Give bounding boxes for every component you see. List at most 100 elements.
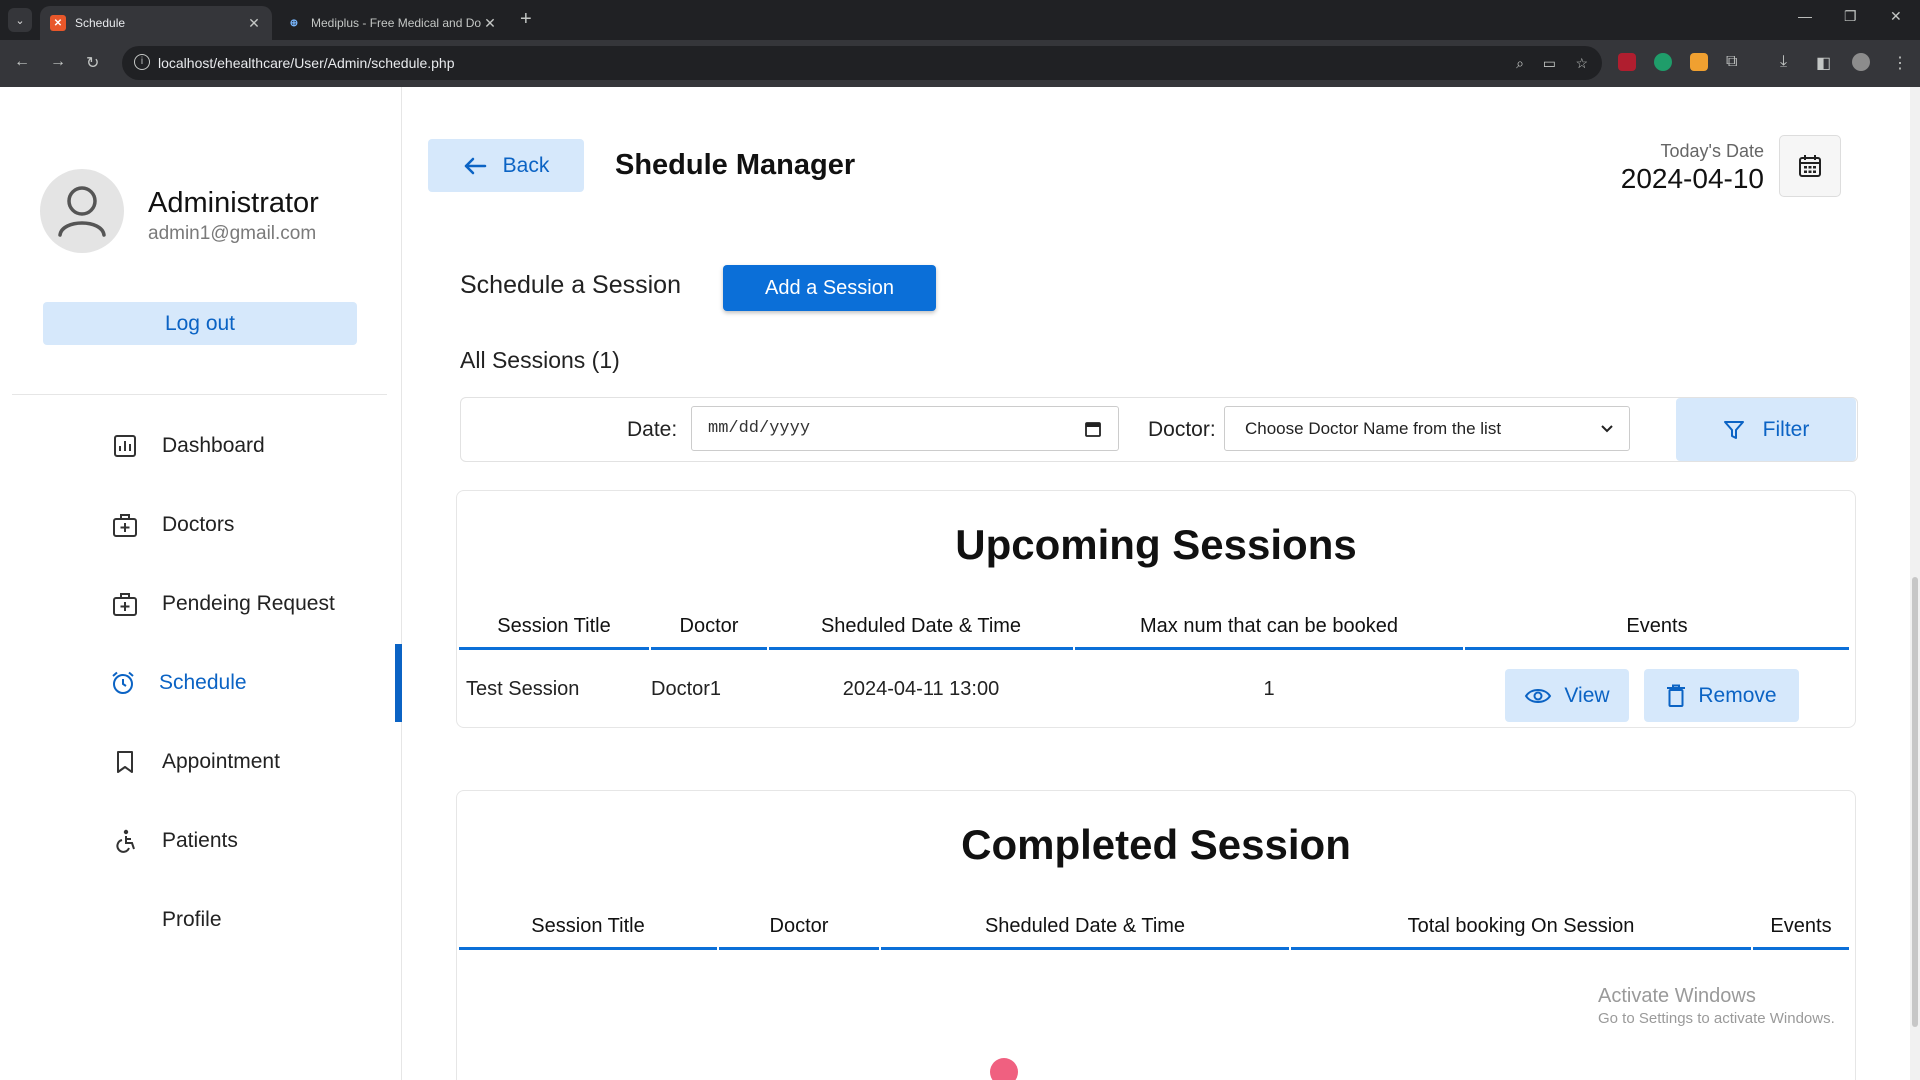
tab-schedule[interactable]: ✕ Schedule ✕: [40, 6, 272, 40]
sidebar-item-doctors[interactable]: Doctors: [0, 486, 400, 564]
sidebar: Administrator admin1@gmail.com Log out D…: [0, 87, 402, 1080]
tab-title: Mediplus - Free Medical and Do: [311, 16, 482, 30]
puzzle-extensions-icon[interactable]: ⧉: [1726, 53, 1737, 71]
activate-windows-title: Activate Windows: [1598, 985, 1756, 1007]
download-icon[interactable]: ⤓: [1780, 53, 1787, 71]
sidebar-item-label: Profile: [162, 908, 222, 931]
doctor-cell: Doctor1: [651, 678, 722, 700]
tab-mediplus[interactable]: ⊕ Mediplus - Free Medical and Do ✕: [276, 6, 508, 40]
header-underline: [881, 947, 1289, 950]
arrow-left-icon: [464, 157, 486, 174]
scrollbar-thumb[interactable]: [1912, 577, 1918, 1027]
calendar-icon[interactable]: [1084, 420, 1102, 438]
card-icon[interactable]: ▭: [1543, 55, 1556, 72]
zoom-icon[interactable]: ⌕: [1516, 55, 1524, 72]
more-menu-icon[interactable]: ⋮: [1892, 53, 1908, 73]
sidebar-item-label: Dashboard: [162, 434, 265, 457]
sidebar-item-pending-request[interactable]: Pendeing Request: [0, 565, 400, 643]
header-underline: [1075, 647, 1463, 650]
star-icon[interactable]: ☆: [1575, 55, 1588, 72]
site-info-icon[interactable]: i: [134, 54, 150, 70]
completed-sessions-title: Completed Session: [961, 821, 1351, 868]
minimize-icon[interactable]: —: [1798, 8, 1812, 24]
calendar-button[interactable]: [1779, 135, 1841, 197]
filter-button[interactable]: Filter: [1676, 398, 1856, 461]
extension-icon[interactable]: [1690, 53, 1708, 71]
close-window-icon[interactable]: ✕: [1890, 8, 1902, 25]
bookmark-icon: [117, 751, 133, 773]
back-arrow-icon[interactable]: ←: [14, 53, 30, 71]
sidebar-item-label: Appointment: [162, 750, 280, 773]
upcoming-sessions-title: Upcoming Sessions: [955, 521, 1357, 568]
table-header: Events: [1626, 615, 1688, 637]
scrollbar[interactable]: [1910, 87, 1920, 1080]
doctor-select[interactable]: Choose Doctor Name from the list: [1224, 406, 1630, 451]
date-filter-label: Date:: [627, 418, 678, 441]
header-underline: [719, 947, 879, 950]
funnel-icon: [1723, 420, 1744, 439]
calendar-icon: [1799, 155, 1821, 177]
max-booking-cell: 1: [1263, 678, 1275, 700]
sidebar-item-label: Schedule: [159, 671, 247, 694]
filter-bar: Date: mm/dd/yyyy Doctor: Choose Doctor N…: [460, 397, 1858, 462]
close-tab-icon[interactable]: ✕: [482, 15, 498, 32]
back-button[interactable]: Back: [428, 139, 584, 192]
logout-button[interactable]: Log out: [43, 302, 357, 345]
sidebar-item-dashboard[interactable]: Dashboard: [0, 407, 400, 485]
eye-icon: [1525, 688, 1552, 703]
sidebar-item-label: Doctors: [162, 513, 235, 536]
table-header: Doctor: [679, 615, 739, 637]
date-filter-input[interactable]: mm/dd/yyyy: [691, 406, 1119, 451]
view-button[interactable]: View: [1505, 669, 1629, 722]
chart-icon: [114, 435, 136, 457]
close-tab-icon[interactable]: ✕: [246, 15, 262, 32]
new-tab-icon[interactable]: +: [520, 8, 532, 31]
header-underline: [459, 947, 717, 950]
xampp-favicon-icon: ✕: [50, 15, 66, 31]
sidebar-item-label: Patients: [162, 829, 238, 852]
add-session-button[interactable]: Add a Session: [723, 265, 936, 311]
forward-arrow-icon[interactable]: →: [50, 53, 66, 71]
globe-favicon-icon: ⊕: [289, 17, 299, 29]
doctor-filter-label: Doctor:: [1148, 418, 1216, 441]
sidebar-item-schedule[interactable]: Schedule: [0, 644, 402, 722]
sidebar-item-patients[interactable]: Patients: [0, 802, 400, 880]
admin-email: admin1@gmail.com: [148, 223, 317, 244]
table-header: Events: [1770, 915, 1832, 937]
sidebar-divider: [12, 394, 387, 395]
avatar: [40, 169, 124, 253]
datetime-cell: 2024-04-11 13:00: [842, 678, 1000, 700]
side-panel-icon[interactable]: ◧: [1816, 53, 1831, 73]
tab-search-icon[interactable]: ⌄: [8, 8, 32, 32]
reload-icon[interactable]: ↻: [86, 53, 99, 73]
sidebar-item-label: Pendeing Request: [162, 592, 335, 615]
restore-icon[interactable]: ❐: [1844, 8, 1857, 25]
browser-tab-bar: ⌄ ✕ Schedule ✕ ⊕ Mediplus - Free Medical…: [0, 0, 1920, 40]
completed-sessions-card: Completed Session Session Title Doctor S…: [456, 790, 1856, 1080]
medical-bag-icon: [113, 593, 137, 616]
profile-avatar-icon[interactable]: [1852, 53, 1870, 71]
date-placeholder: mm/dd/yyyy: [708, 419, 811, 438]
header-underline: [459, 647, 649, 650]
main-content: Back Shedule Manager Today's Date 2024-0…: [402, 87, 1920, 1080]
sidebar-item-profile[interactable]: Profile: [0, 881, 400, 959]
user-icon: [58, 186, 106, 237]
table-header: Session Title: [531, 915, 645, 937]
wheelchair-icon: [116, 829, 135, 853]
view-label: View: [1564, 683, 1610, 707]
alarm-clock-icon: [112, 671, 134, 694]
address-bar[interactable]: i localhost/ehealthcare/User/Admin/sched…: [122, 46, 1602, 80]
remove-button[interactable]: Remove: [1644, 669, 1799, 722]
filter-label: Filter: [1762, 417, 1810, 441]
back-label: Back: [502, 153, 550, 177]
browser-toolbar: ← → ↻ i localhost/ehealthcare/User/Admin…: [0, 40, 1920, 87]
chatgpt-extension-icon[interactable]: [1654, 53, 1672, 71]
header-underline: [1291, 947, 1751, 950]
sidebar-item-appointment[interactable]: Appointment: [0, 723, 400, 801]
page-title: Shedule Manager: [615, 149, 856, 181]
table-header: Sheduled Date & Time: [984, 915, 1186, 937]
remove-label: Remove: [1698, 683, 1777, 707]
ublock-extension-icon[interactable]: [1618, 53, 1636, 71]
chevron-down-icon: [1601, 425, 1613, 433]
table-header: Max num that can be booked: [1140, 615, 1398, 637]
